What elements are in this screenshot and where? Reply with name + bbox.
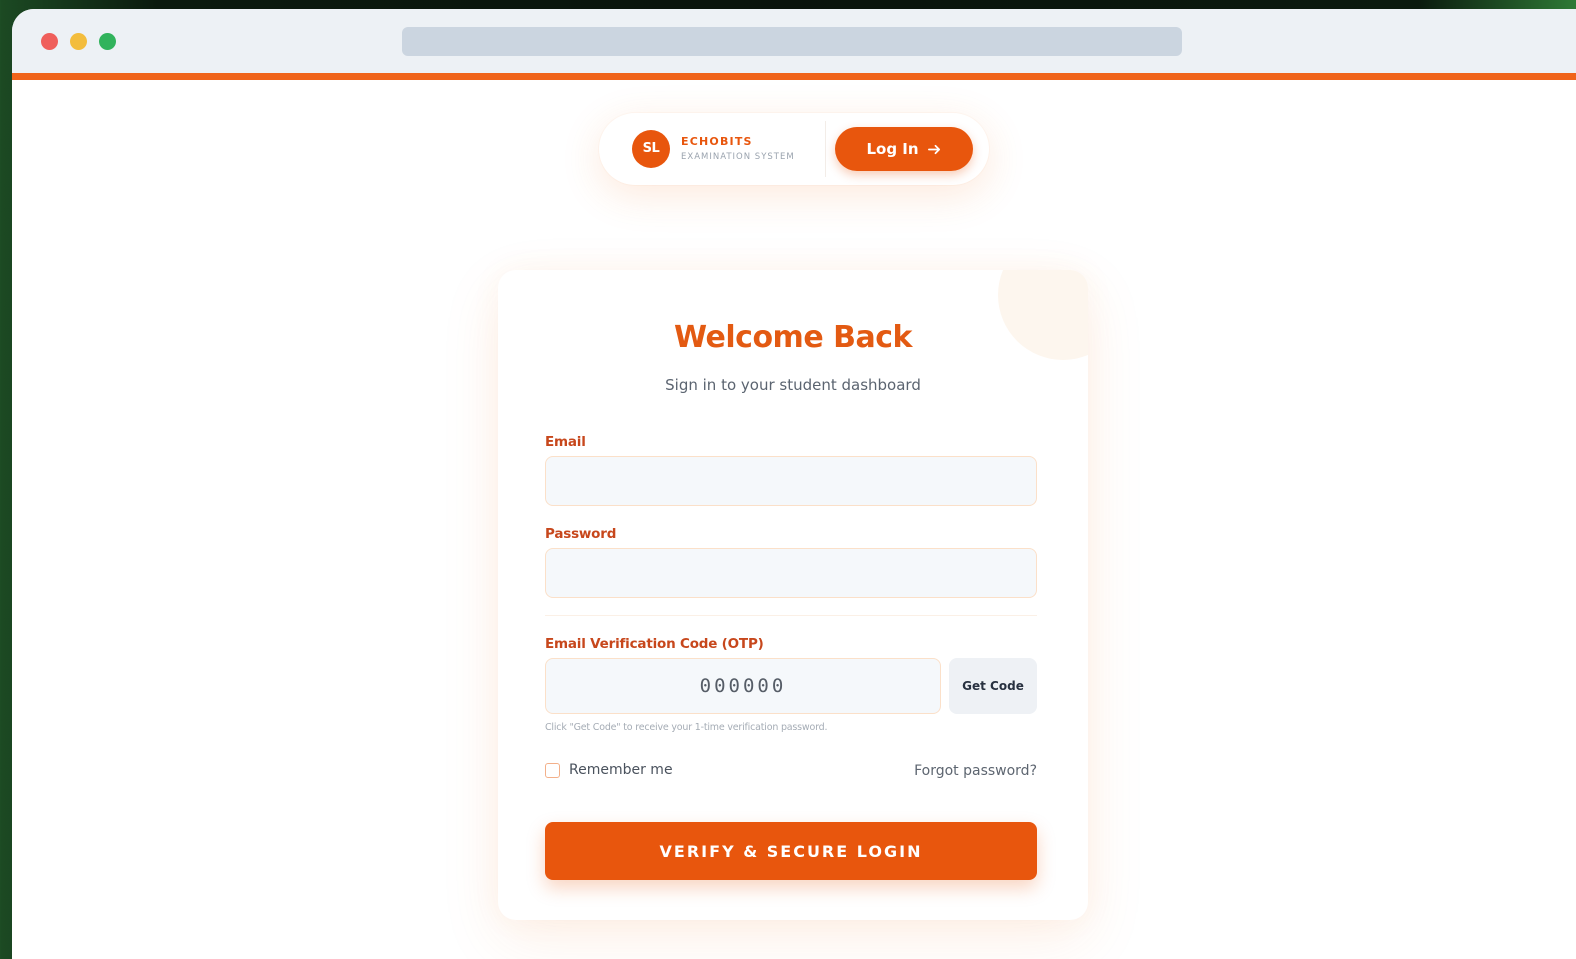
forgot-password-link[interactable]: Forgot password? [914, 763, 1037, 779]
otp-field[interactable] [545, 658, 941, 714]
brand-name: ECHOBITS [681, 135, 753, 148]
site-header: SL ECHOBITS EXAMINATION SYSTEM Log In [599, 113, 989, 185]
minimize-window-button[interactable] [70, 33, 87, 50]
brand-subtitle: EXAMINATION SYSTEM [681, 152, 795, 162]
arrow-right-icon [927, 144, 940, 154]
browser-window: SL ECHOBITS EXAMINATION SYSTEM Log In We… [12, 9, 1576, 959]
remember-me-toggle[interactable]: Remember me [545, 762, 673, 778]
otp-hint: Click "Get Code" to receive your 1-time … [545, 722, 828, 733]
otp-label: Email Verification Code (OTP) [545, 636, 764, 652]
accent-bar [12, 73, 1576, 80]
get-code-button[interactable]: Get Code [949, 658, 1037, 714]
remember-me-label: Remember me [569, 762, 673, 778]
address-bar[interactable] [402, 27, 1182, 56]
page-title: Welcome Back [674, 320, 912, 355]
header-divider [825, 121, 826, 177]
browser-titlebar [12, 9, 1576, 73]
password-label: Password [545, 526, 617, 542]
maximize-window-button[interactable] [99, 33, 116, 50]
page-subtitle: Sign in to your student dashboard [665, 376, 921, 394]
email-field[interactable] [545, 456, 1037, 506]
header-login-button[interactable]: Log In [835, 127, 973, 171]
remember-me-checkbox[interactable] [545, 762, 560, 778]
email-label: Email [545, 434, 586, 450]
brand-logo: SL [632, 130, 670, 168]
form-divider [545, 615, 1037, 616]
verify-login-button[interactable]: VERIFY & SECURE LOGIN [545, 822, 1037, 880]
header-login-label: Log In [866, 140, 919, 158]
password-field[interactable] [545, 548, 1037, 598]
login-card: Welcome Back Sign in to your student das… [498, 270, 1088, 920]
close-window-button[interactable] [41, 33, 58, 50]
